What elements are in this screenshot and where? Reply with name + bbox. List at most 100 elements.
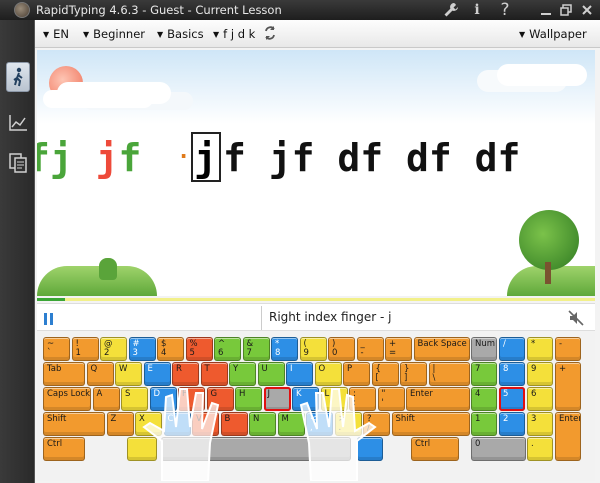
key-ctrl-left[interactable]: Ctrl	[43, 437, 85, 461]
typed-correct-char: f	[118, 136, 142, 180]
numpad-key-11[interactable]: 1	[471, 412, 497, 436]
wrench-icon[interactable]	[440, 0, 462, 20]
numpad-key-7[interactable]: +	[555, 362, 581, 411]
key-row3-4[interactable]: F	[178, 387, 205, 411]
numpad-key-6[interactable]: 9	[527, 362, 553, 386]
level-dropdown[interactable]: ▼ Beginner	[83, 27, 145, 41]
app-logo-icon[interactable]	[14, 2, 30, 18]
info-icon[interactable]: i	[467, 0, 487, 20]
numpad-key-3[interactable]: -	[555, 337, 581, 361]
numpad-key-15[interactable]: 0	[471, 437, 526, 461]
key-row3-3[interactable]: D	[149, 387, 177, 411]
course-dropdown[interactable]: ▼ Basics	[157, 27, 204, 41]
numpad-key-9[interactable]: 5	[499, 387, 525, 411]
lesson-area: fj jf · j f jf df df df	[37, 50, 595, 296]
key-row3-8[interactable]: K	[292, 387, 319, 411]
key-row4-2[interactable]: X	[135, 412, 162, 436]
key-row1-0[interactable]: ~ `	[43, 337, 70, 361]
key-row4-10[interactable]: ? /	[363, 412, 390, 436]
key-row3-1[interactable]: A	[92, 387, 120, 411]
key-row1-8[interactable]: * 8	[271, 337, 298, 361]
key-row3-2[interactable]: S	[121, 387, 148, 411]
refresh-icon[interactable]	[263, 25, 277, 44]
key-row4-7[interactable]: M	[277, 412, 305, 436]
key-row3-11[interactable]: " '	[377, 387, 405, 411]
lesson-keys-value: f j d k	[223, 27, 256, 41]
key-ctrl-right[interactable]: Ctrl	[411, 437, 459, 461]
statistics-button[interactable]	[6, 108, 30, 138]
key-row2-11[interactable]: { [	[371, 362, 399, 386]
numpad-key-13[interactable]: 3	[527, 412, 553, 436]
key-row4-5[interactable]: B	[220, 412, 248, 436]
lesson-dropdown[interactable]: ▼ f j d k	[213, 27, 255, 41]
wallpaper-dropdown[interactable]: ▼ Wallpaper	[519, 27, 587, 41]
key-row3-10[interactable]: : ;	[349, 387, 376, 411]
key-row1-3[interactable]: # 3	[128, 337, 156, 361]
key-spacebar[interactable]	[161, 437, 351, 461]
restore-button[interactable]	[557, 0, 575, 20]
numpad-key-0[interactable]: Num Lock	[471, 337, 497, 361]
key-row1-13[interactable]: Back Space	[413, 337, 470, 361]
key-row2-10[interactable]: P	[343, 362, 370, 386]
key-row1-7[interactable]: & 7	[242, 337, 270, 361]
key-row1-12[interactable]: + =	[385, 337, 412, 361]
key-row1-4[interactable]: $ 4	[157, 337, 184, 361]
key-row2-8[interactable]: I	[286, 362, 313, 386]
key-row2-12[interactable]: } ]	[400, 362, 427, 386]
key-row4-0[interactable]: Shift	[43, 412, 105, 436]
key-row2-2[interactable]: W	[115, 362, 142, 386]
numpad-key-16[interactable]: .	[527, 437, 553, 461]
key-row2-0[interactable]: Tab	[43, 362, 85, 386]
numpad-key-12[interactable]: 2	[499, 412, 525, 436]
key-row3-6[interactable]: H	[235, 387, 262, 411]
close-button[interactable]	[578, 0, 596, 20]
lesson-editor-button[interactable]	[6, 148, 30, 178]
key-win-left[interactable]	[127, 437, 157, 461]
key-row2-1[interactable]: Q	[86, 362, 114, 386]
key-row4-8[interactable]: < ,	[306, 412, 333, 436]
key-row4-3[interactable]: C	[163, 412, 191, 436]
key-row1-11[interactable]: _ -	[356, 337, 384, 361]
key-row1-1[interactable]: ! 1	[71, 337, 99, 361]
key-row2-6[interactable]: Y	[229, 362, 256, 386]
key-row3-0[interactable]: Caps Lock	[43, 387, 91, 411]
numpad-key-5[interactable]: 8	[499, 362, 525, 386]
key-row3-7[interactable]: J	[263, 387, 291, 411]
numpad-key-1[interactable]: /	[499, 337, 525, 361]
key-row3-12[interactable]: Enter	[406, 387, 470, 411]
key-alt-right[interactable]	[357, 437, 383, 461]
key-row1-5[interactable]: % 5	[185, 337, 213, 361]
sound-toggle-button[interactable]	[567, 309, 585, 331]
pause-button[interactable]	[43, 311, 55, 330]
key-row4-4[interactable]: V	[192, 412, 219, 436]
sound-off-icon	[568, 310, 584, 326]
key-row4-6[interactable]: N	[249, 412, 276, 436]
lesson-mode-button[interactable]	[6, 62, 30, 92]
help-icon[interactable]: ?	[495, 0, 515, 20]
key-row4-9[interactable]: > .	[334, 412, 362, 436]
cloud-right	[497, 64, 587, 86]
numpad-key-14[interactable]: Enter	[555, 412, 581, 461]
frog-illustration	[99, 258, 117, 280]
key-row1-10[interactable]: ) 0	[328, 337, 355, 361]
numpad-key-2[interactable]: *	[527, 337, 553, 361]
key-row3-9[interactable]: L	[320, 387, 348, 411]
key-row2-13[interactable]: | \	[428, 362, 470, 386]
minimize-button[interactable]	[537, 0, 555, 20]
numpad-key-4[interactable]: 7	[471, 362, 497, 386]
key-row2-7[interactable]: U	[257, 362, 285, 386]
key-row1-2[interactable]: @ 2	[100, 337, 127, 361]
key-row2-9[interactable]: O	[314, 362, 342, 386]
key-row2-5[interactable]: T	[200, 362, 228, 386]
finger-hint: Right index finger - j	[269, 310, 392, 324]
numpad-key-8[interactable]: 4	[471, 387, 497, 411]
key-row1-6[interactable]: ^ 6	[214, 337, 241, 361]
key-row3-5[interactable]: G	[206, 387, 234, 411]
key-row4-11[interactable]: Shift	[391, 412, 470, 436]
key-row2-3[interactable]: E	[143, 362, 171, 386]
language-dropdown[interactable]: ▼ EN	[43, 27, 69, 41]
key-row1-9[interactable]: ( 9	[299, 337, 327, 361]
key-row2-4[interactable]: R	[172, 362, 199, 386]
key-row4-1[interactable]: Z	[106, 412, 134, 436]
numpad-key-10[interactable]: 6	[527, 387, 553, 411]
